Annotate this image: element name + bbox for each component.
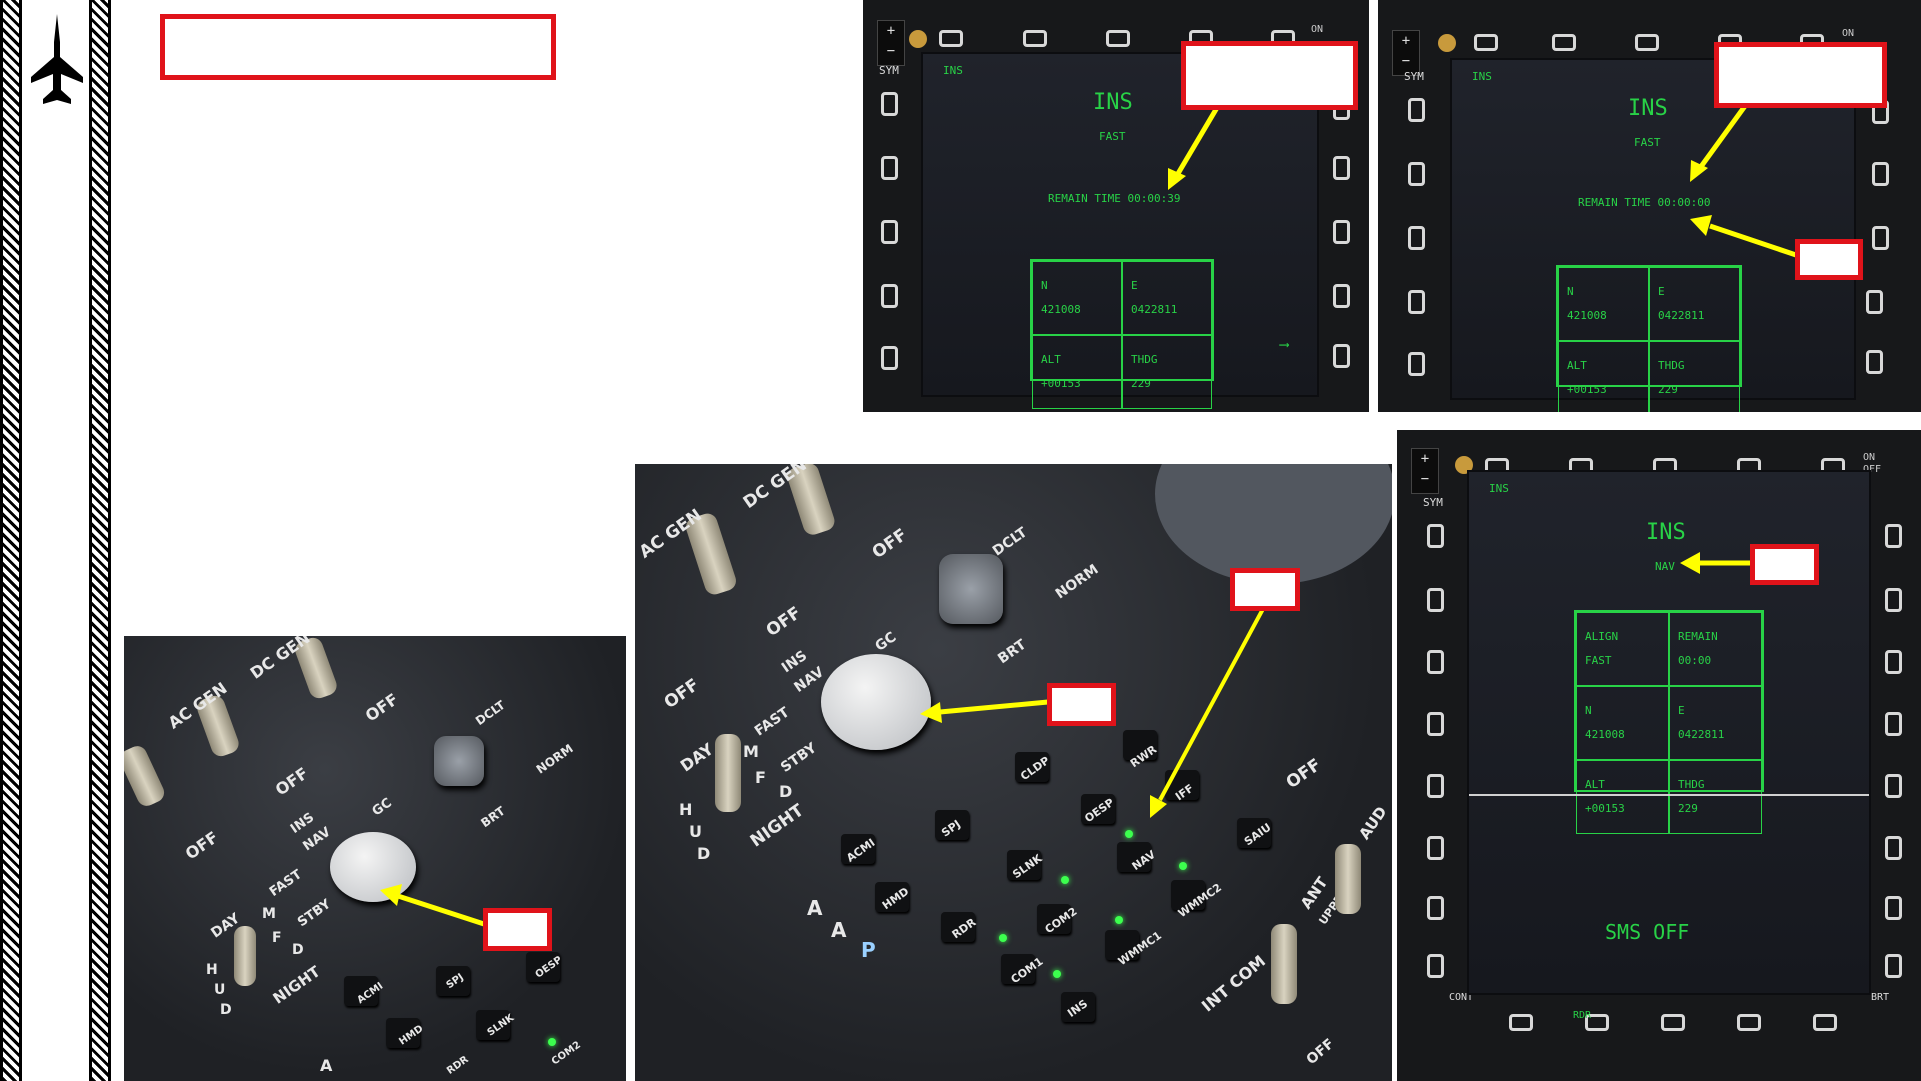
- callout-arrows-large: [920, 606, 1266, 818]
- callout-box-nav-led: [1230, 568, 1300, 611]
- callout-box-knob-large: [1047, 683, 1116, 726]
